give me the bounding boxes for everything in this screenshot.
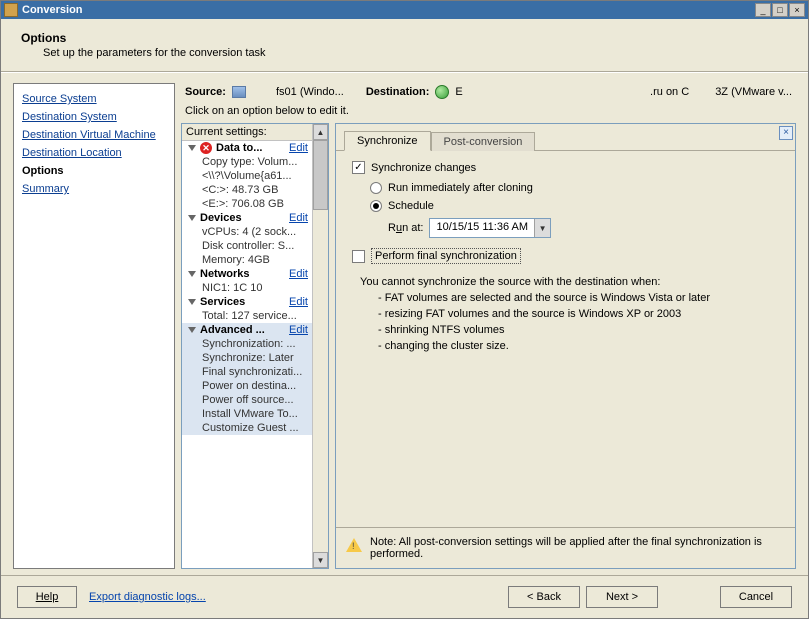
chevron-down-icon [188,299,196,305]
list-item: Power off source... [182,393,312,407]
schedule-radio[interactable] [370,200,382,212]
help-button[interactable]: Help [17,586,77,608]
list-item: Install VMware To... [182,407,312,421]
cancel-button[interactable]: Cancel [720,586,792,608]
export-logs-link[interactable]: Export diagnostic logs... [89,591,206,603]
panel-close-icon[interactable]: × [779,126,793,140]
scroll-down-icon[interactable]: ▼ [313,552,328,568]
destination-globe-icon [435,85,449,99]
back-button[interactable]: < Back [508,586,580,608]
list-item: <C:>: 48.73 GB [182,183,312,197]
tab-post-conversion[interactable]: Post-conversion [431,132,536,151]
run-immediately-radio[interactable] [370,182,382,194]
edit-link-devices[interactable]: Edit [285,212,308,224]
tree-section-networks[interactable]: Networks Edit [182,267,312,281]
perform-final-sync-checkbox[interactable] [352,250,365,263]
list-item: Copy type: Volum... [182,155,312,169]
list-item: Final synchronizati... [182,365,312,379]
list-item: Disk controller: S... [182,239,312,253]
list-item: Customize Guest ... [182,421,312,435]
conversion-window: Conversion _ □ × Options Set up the para… [0,0,809,619]
source-label: Source: [185,86,226,98]
edit-link-data[interactable]: Edit [285,142,308,154]
app-icon [4,3,18,17]
wizard-footer: Help Export diagnostic logs... < Back Ne… [1,575,808,618]
combo-dropdown-icon[interactable]: ▼ [534,219,550,237]
list-item: <E:>: 706.08 GB [182,197,312,211]
sync-note-line: - FAT volumes are selected and the sourc… [378,290,779,306]
tab-synchronize[interactable]: Synchronize [344,131,431,151]
edit-link-services[interactable]: Edit [285,296,308,308]
chevron-down-icon [188,215,196,221]
page-title: Options [21,31,788,45]
sidebar-item-destination-system[interactable]: Destination System [20,108,168,126]
tree-section-advanced[interactable]: Advanced ... Edit [182,323,312,337]
source-value: fs01 (Windo... [276,86,344,98]
schedule-label: Schedule [388,200,434,212]
edit-instruction: Click on an option below to edit it. [181,105,796,123]
destination-value: E [455,86,462,98]
wizard-steps-sidebar: Source System Destination System Destina… [13,83,175,569]
tree-section-data[interactable]: ✕ Data to... Edit [182,141,312,155]
list-item: Power on destina... [182,379,312,393]
list-item: Synchronize: Later [182,351,312,365]
sync-changes-label: Synchronize changes [371,162,476,174]
tree-scrollbar[interactable]: ▲ ▼ [312,124,328,568]
sidebar-item-summary[interactable]: Summary [20,180,168,198]
titlebar: Conversion _ □ × [1,1,808,19]
tree-section-devices[interactable]: Devices Edit [182,211,312,225]
sidebar-item-destination-vm[interactable]: Destination Virtual Machine [20,126,168,144]
chevron-down-icon [188,271,196,277]
sidebar-item-source-system[interactable]: Source System [20,90,168,108]
list-item: vCPUs: 4 (2 sock... [182,225,312,239]
chevron-down-icon [188,145,196,151]
page-subtitle: Set up the parameters for the conversion… [43,47,788,59]
list-item: Memory: 4GB [182,253,312,267]
sync-note-line: - resizing FAT volumes and the source is… [378,306,779,322]
list-item: Synchronization: ... [182,337,312,351]
run-immediately-label: Run immediately after cloning [388,182,533,194]
maximize-button[interactable]: □ [772,3,788,17]
scroll-thumb[interactable] [313,140,328,210]
window-title: Conversion [22,4,754,16]
close-button[interactable]: × [789,3,805,17]
list-item: NIC1: 1C 10 [182,281,312,295]
sync-note-line: - shrinking NTFS volumes [378,322,779,338]
edit-link-advanced[interactable]: Edit [285,324,308,336]
source-machine-icon [232,86,246,98]
tree-heading: Current settings: [182,124,312,141]
options-detail-panel: × Synchronize Post-conversion ✓ Synchron… [335,123,796,569]
perform-final-sync-label: Perform final synchronization [371,248,521,264]
sync-note-line: - changing the cluster size. [378,338,779,354]
sync-changes-checkbox[interactable]: ✓ [352,161,365,174]
destination-label: Destination: [366,86,430,98]
minimize-button[interactable]: _ [755,3,771,17]
runat-value: 10/15/15 11:36 AM [430,219,534,237]
warning-bar: Note: All post-conversion settings will … [336,527,795,568]
next-button[interactable]: Next > [586,586,658,608]
sidebar-item-destination-location[interactable]: Destination Location [20,144,168,162]
tab-bar: Synchronize Post-conversion [336,124,795,151]
destination-extra1: .ru on C [650,86,689,98]
warning-text: Note: All post-conversion settings will … [370,536,785,560]
chevron-down-icon [188,327,196,333]
edit-link-networks[interactable]: Edit [285,268,308,280]
warning-icon [346,538,362,552]
page-header: Options Set up the parameters for the co… [1,19,808,65]
destination-extra2: 3Z (VMware v... [715,86,792,98]
source-dest-bar: Source: fs01 (Windo... Destination: E .r… [181,83,796,105]
tree-section-services[interactable]: Services Edit [182,295,312,309]
sidebar-item-options[interactable]: Options [20,162,168,180]
runat-datetime-combo[interactable]: 10/15/15 11:36 AM ▼ [429,218,551,238]
list-item: Total: 127 service... [182,309,312,323]
error-icon: ✕ [200,142,212,154]
list-item: <\\?\Volume{a61... [182,169,312,183]
settings-tree-panel: Current settings: ✕ Data to... Edit Copy… [181,123,329,569]
sync-note-heading: You cannot synchronize the source with t… [360,274,779,290]
runat-label: Run at: [388,222,423,234]
scroll-up-icon[interactable]: ▲ [313,124,328,140]
